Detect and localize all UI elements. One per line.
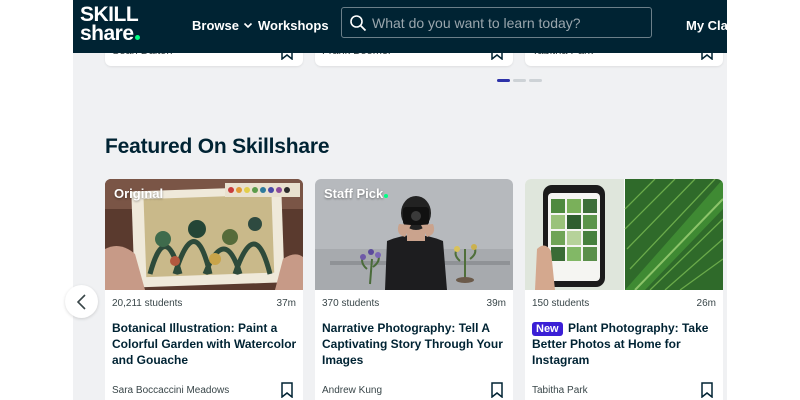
bookmark-icon[interactable] <box>281 382 293 398</box>
class-thumbnail[interactable]: Staff Pick <box>315 179 513 290</box>
student-count: 20,211 students <box>112 298 183 309</box>
page-viewport: Sean Dalton Frank Boomer Tabitha Park SK… <box>73 0 727 400</box>
pagination-dot[interactable] <box>513 79 526 82</box>
class-title[interactable]: Narrative Photography: Tell A Captivatin… <box>322 320 508 368</box>
class-card[interactable]: 150 students 26m New Plant Photography: … <box>525 179 723 400</box>
pagination-dot-active[interactable] <box>497 79 510 82</box>
student-count: 370 students <box>322 298 380 309</box>
class-thumbnail[interactable] <box>525 179 723 290</box>
student-count: 150 students <box>532 298 590 309</box>
logo-line-2: share <box>80 22 134 45</box>
class-thumbnail[interactable]: Original <box>105 179 303 290</box>
workshops-label: Workshops <box>258 17 329 33</box>
browse-menu[interactable]: Browse <box>192 15 253 35</box>
workshops-link[interactable]: Workshops <box>258 15 329 35</box>
class-title[interactable]: New Plant Photography: Take Better Photo… <box>532 320 718 368</box>
new-badge: New <box>532 322 563 336</box>
staff-pick-label: Staff Pick <box>324 186 384 201</box>
search-bar[interactable] <box>341 7 652 38</box>
class-author[interactable]: Sara Boccaccini Meadows <box>112 385 229 396</box>
carousel-pagination <box>497 79 542 82</box>
chevron-left-icon <box>77 293 86 310</box>
class-author[interactable]: Andrew Kung <box>322 385 382 396</box>
bookmark-icon[interactable] <box>701 382 713 398</box>
class-duration: 37m <box>276 298 296 309</box>
chevron-down-icon <box>243 22 253 29</box>
plant-photography-image <box>525 179 723 290</box>
my-classes-link[interactable]: My Cla <box>686 15 727 35</box>
browse-label: Browse <box>192 17 239 33</box>
class-title[interactable]: Botanical Illustration: Paint a Colorful… <box>112 320 298 368</box>
section-title: Featured On Skillshare <box>105 135 330 158</box>
carousel-prev-button[interactable] <box>65 285 98 318</box>
skillshare-logo[interactable]: SKILL share <box>80 4 162 47</box>
class-duration: 26m <box>696 298 716 309</box>
logo-dot <box>134 35 140 40</box>
search-input[interactable] <box>372 12 642 34</box>
original-label: Original <box>114 186 164 201</box>
my-classes-label: My Cla <box>686 17 727 33</box>
class-card[interactable]: Original 20,211 students 37m Botanical I… <box>105 179 303 400</box>
search-icon[interactable] <box>349 14 367 32</box>
top-navigation: SKILL share Browse Workshops My Cla <box>73 0 727 53</box>
pagination-dot[interactable] <box>529 79 542 82</box>
label-dot <box>384 194 389 198</box>
class-card[interactable]: Staff Pick 370 students 39m Narrative Ph… <box>315 179 513 400</box>
class-author[interactable]: Tabitha Park <box>532 385 588 396</box>
bookmark-icon[interactable] <box>491 382 503 398</box>
class-duration: 39m <box>486 298 506 309</box>
